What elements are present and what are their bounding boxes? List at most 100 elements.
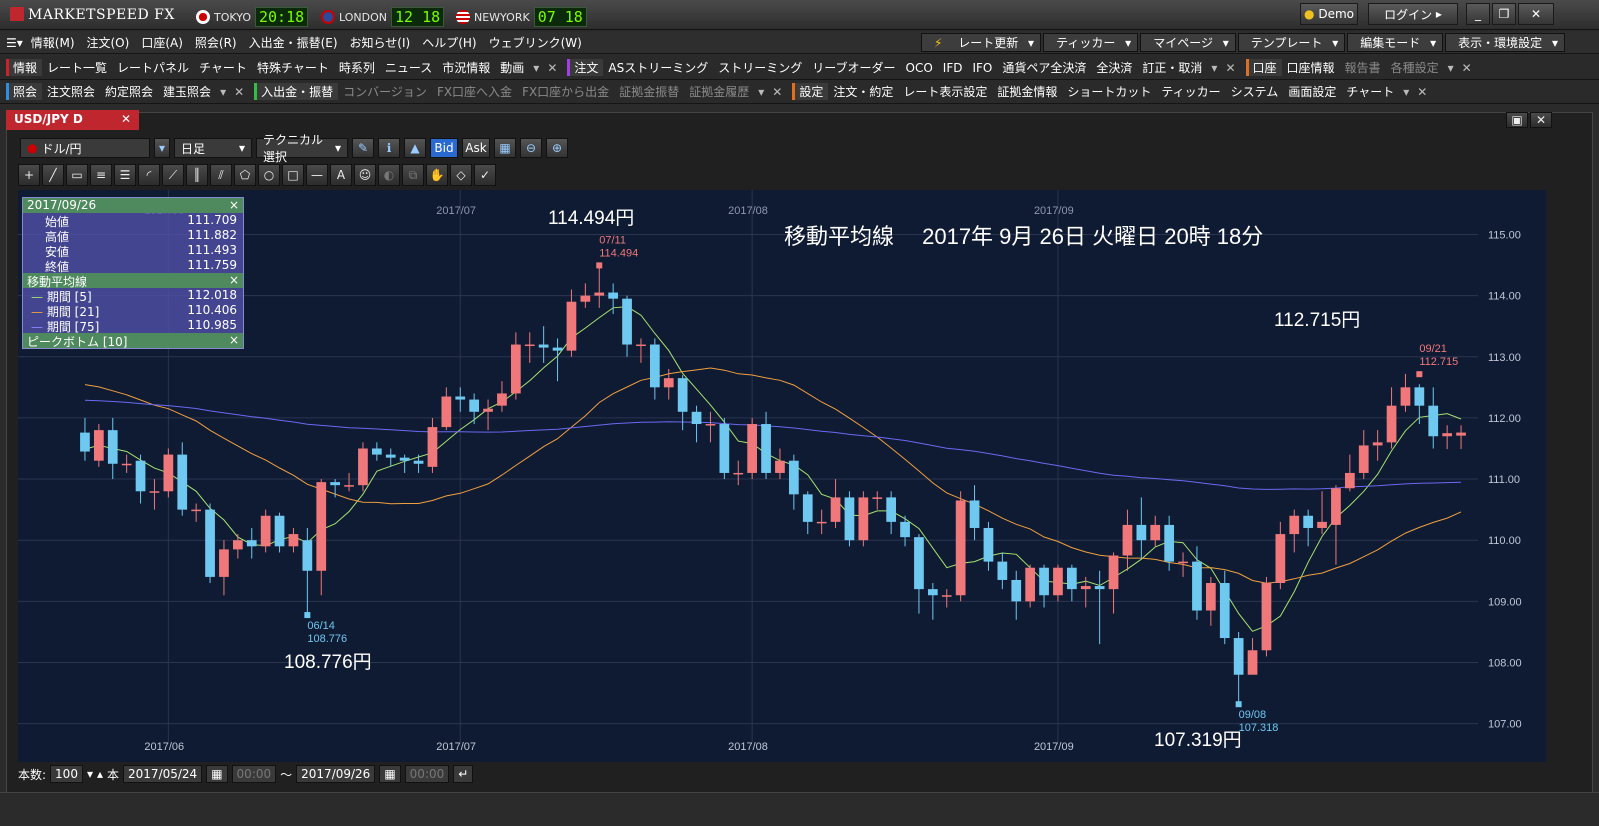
toolbar-ticker[interactable]: ティッカー xyxy=(1156,83,1225,100)
rate-update-dropdown[interactable]: ⚡ レート更新 ▾ xyxy=(920,33,1042,52)
calendar-icon[interactable]: ▦ xyxy=(206,765,228,783)
toolbar-ifd[interactable]: IFD xyxy=(938,61,968,75)
toolbar-rate-panel[interactable]: レートパネル xyxy=(112,59,194,76)
fan-icon[interactable]: ◜ xyxy=(138,164,160,186)
info-icon[interactable]: ℹ xyxy=(378,138,400,158)
toolbar-various-settings[interactable]: 各種設定 xyxy=(1386,59,1444,76)
toolbar-close-icon[interactable]: ✕ xyxy=(543,61,561,75)
rectangle-icon[interactable]: □ xyxy=(282,164,304,186)
pen-icon[interactable]: ✎ xyxy=(352,138,374,158)
icon-stamp-icon[interactable]: ☺ xyxy=(354,164,376,186)
panel-maximize-button[interactable]: ▣ xyxy=(1506,112,1528,128)
toolbar-account-info[interactable]: 口座情報 xyxy=(1282,59,1340,76)
toolbar-chart[interactable]: チャート xyxy=(194,59,252,76)
toolbar-close-icon[interactable]: ✕ xyxy=(1458,61,1476,75)
toolbar-rate-list[interactable]: レート一覧 xyxy=(42,59,112,76)
toolbar-close-icon[interactable]: ✕ xyxy=(1413,85,1431,99)
fibonacci-icon[interactable]: ☰ xyxy=(114,164,136,186)
template-dropdown[interactable]: テンプレート ▾ xyxy=(1237,33,1346,52)
toolbar-oco[interactable]: OCO xyxy=(901,61,938,75)
toolbar-modify-cancel[interactable]: 訂正・取消 xyxy=(1137,59,1207,76)
horizontal-lines-icon[interactable]: ≡ xyxy=(90,164,112,186)
toolbar-streaming[interactable]: ストリーミング xyxy=(713,59,807,76)
toolbar-margin-info[interactable]: 証拠金情報 xyxy=(992,83,1062,100)
toolbar-execution-inquiry[interactable]: 約定照会 xyxy=(100,83,158,100)
hline-icon[interactable]: — xyxy=(306,164,328,186)
eraser-icon[interactable]: ◇ xyxy=(450,164,472,186)
period-select[interactable]: 日足 ▾ xyxy=(174,138,252,158)
close-icon[interactable]: × xyxy=(229,198,239,213)
toolbar-video[interactable]: 動画 xyxy=(495,59,529,76)
toolbar-order-exec-settings[interactable]: 注文・約定 xyxy=(828,83,898,100)
menu-order[interactable]: 注文(O) xyxy=(81,34,136,51)
erase-icon[interactable]: ◐ xyxy=(378,164,400,186)
copy-icon[interactable]: ⧉ xyxy=(402,164,424,186)
toolbar-pair-settle[interactable]: 通貨ペア全決済 xyxy=(997,59,1091,76)
channel-icon[interactable]: ⫽ xyxy=(210,164,232,186)
toolbar-margin-transfer[interactable]: 証拠金振替 xyxy=(614,83,684,100)
toolbar-close-icon[interactable]: ✕ xyxy=(1221,61,1239,75)
circle-icon[interactable]: ○ xyxy=(258,164,280,186)
tab-close-icon[interactable]: ✕ xyxy=(121,112,131,126)
menu-list-icon[interactable]: ☰▾ xyxy=(0,36,25,50)
menu-inquiry[interactable]: 照会(R) xyxy=(189,34,243,51)
toolbar-market-info[interactable]: 市況情報 xyxy=(437,59,495,76)
toolbar-chart-settings[interactable]: チャート xyxy=(1341,83,1399,100)
text-icon[interactable]: A xyxy=(330,164,352,186)
restore-button[interactable]: ❐ xyxy=(1492,3,1516,25)
menu-transfer[interactable]: 入出金・振替(E) xyxy=(243,34,344,51)
to-time-input[interactable]: 00:00 xyxy=(404,765,450,783)
toolbar-screen-settings[interactable]: 画面設定 xyxy=(1283,83,1341,100)
scale-icon[interactable]: ▦ xyxy=(494,138,516,158)
area-chart-icon[interactable]: ▲ xyxy=(404,138,426,158)
calendar-icon[interactable]: ▦ xyxy=(379,765,401,783)
chart-tab[interactable]: USD/JPY D ✕ xyxy=(6,110,139,130)
from-date-input[interactable]: 2017/05/24 xyxy=(123,765,203,783)
login-button[interactable]: ログイン ▸ xyxy=(1368,3,1458,25)
toolbar-dropdown-icon[interactable]: ▾ xyxy=(1207,61,1221,75)
menu-info[interactable]: 情報(M) xyxy=(25,34,81,51)
count-increase-icon[interactable]: ▴ xyxy=(97,767,103,781)
toolbar-leave-order[interactable]: リーブオーダー xyxy=(807,59,900,76)
demo-button[interactable]: ● Demo xyxy=(1300,3,1358,25)
toolbar-close-icon[interactable]: ✕ xyxy=(768,85,786,99)
crosshair-icon[interactable]: + xyxy=(18,164,40,186)
toolbar-dropdown-icon[interactable]: ▾ xyxy=(1444,61,1458,75)
ticker-dropdown[interactable]: ティッカー ▾ xyxy=(1043,33,1139,52)
toolbar-dropdown-icon[interactable]: ▾ xyxy=(754,85,768,99)
pair-select[interactable]: ● ドル/円 xyxy=(20,138,150,158)
zoom-out-icon[interactable]: ⊖ xyxy=(520,138,542,158)
menu-weblink[interactable]: ウェブリンク(W) xyxy=(483,34,588,51)
toolbar-order-inquiry[interactable]: 注文照会 xyxy=(42,83,100,100)
toolbar-dropdown-icon[interactable]: ▾ xyxy=(1399,85,1413,99)
pentagon-icon[interactable]: ⬠ xyxy=(234,164,256,186)
minimize-button[interactable]: _ xyxy=(1466,3,1490,25)
toolbar-as-streaming[interactable]: ASストリーミング xyxy=(603,59,713,76)
panel-close-button[interactable]: ✕ xyxy=(1530,112,1552,128)
toolbar-system[interactable]: システム xyxy=(1226,83,1284,100)
clear-all-icon[interactable]: ✓ xyxy=(474,164,496,186)
hand-icon[interactable]: ✋ xyxy=(426,164,448,186)
toolbar-time-series[interactable]: 時系列 xyxy=(334,59,380,76)
trend-line-icon[interactable]: ╱ xyxy=(42,164,64,186)
toolbar-withdraw[interactable]: FX口座から出金 xyxy=(517,83,614,100)
gann-icon[interactable]: ⟋ xyxy=(162,164,184,186)
close-window-button[interactable]: ✕ xyxy=(1518,3,1554,25)
toolbar-settle-all[interactable]: 全決済 xyxy=(1091,59,1137,76)
close-icon[interactable]: × xyxy=(229,273,239,288)
toolbar-close-icon[interactable]: ✕ xyxy=(230,85,248,99)
count-input[interactable]: 100 xyxy=(50,765,83,783)
toolbar-deposit[interactable]: FX口座へ入金 xyxy=(432,83,517,100)
pair-dropdown-icon[interactable]: ▾ xyxy=(154,138,170,158)
menu-account[interactable]: 口座(A) xyxy=(135,34,189,51)
menu-help[interactable]: ヘルプ(H) xyxy=(416,34,482,51)
toolbar-special-chart[interactable]: 特殊チャート xyxy=(252,59,334,76)
edit-mode-dropdown[interactable]: 編集モード ▾ xyxy=(1347,33,1444,52)
toolbar-margin-history[interactable]: 証拠金履歴 xyxy=(684,83,754,100)
candlestick-chart[interactable]: 107.00 108.00 109.00 110.00 111.00 112.00 113.… xyxy=(18,190,1546,762)
count-decrease-icon[interactable]: ▾ xyxy=(87,767,93,781)
from-time-input[interactable]: 00:00 xyxy=(231,765,277,783)
toolbar-position-inquiry[interactable]: 建玉照会 xyxy=(158,83,216,100)
menu-notice[interactable]: お知らせ(I) xyxy=(344,34,417,51)
close-icon[interactable]: × xyxy=(229,333,239,348)
